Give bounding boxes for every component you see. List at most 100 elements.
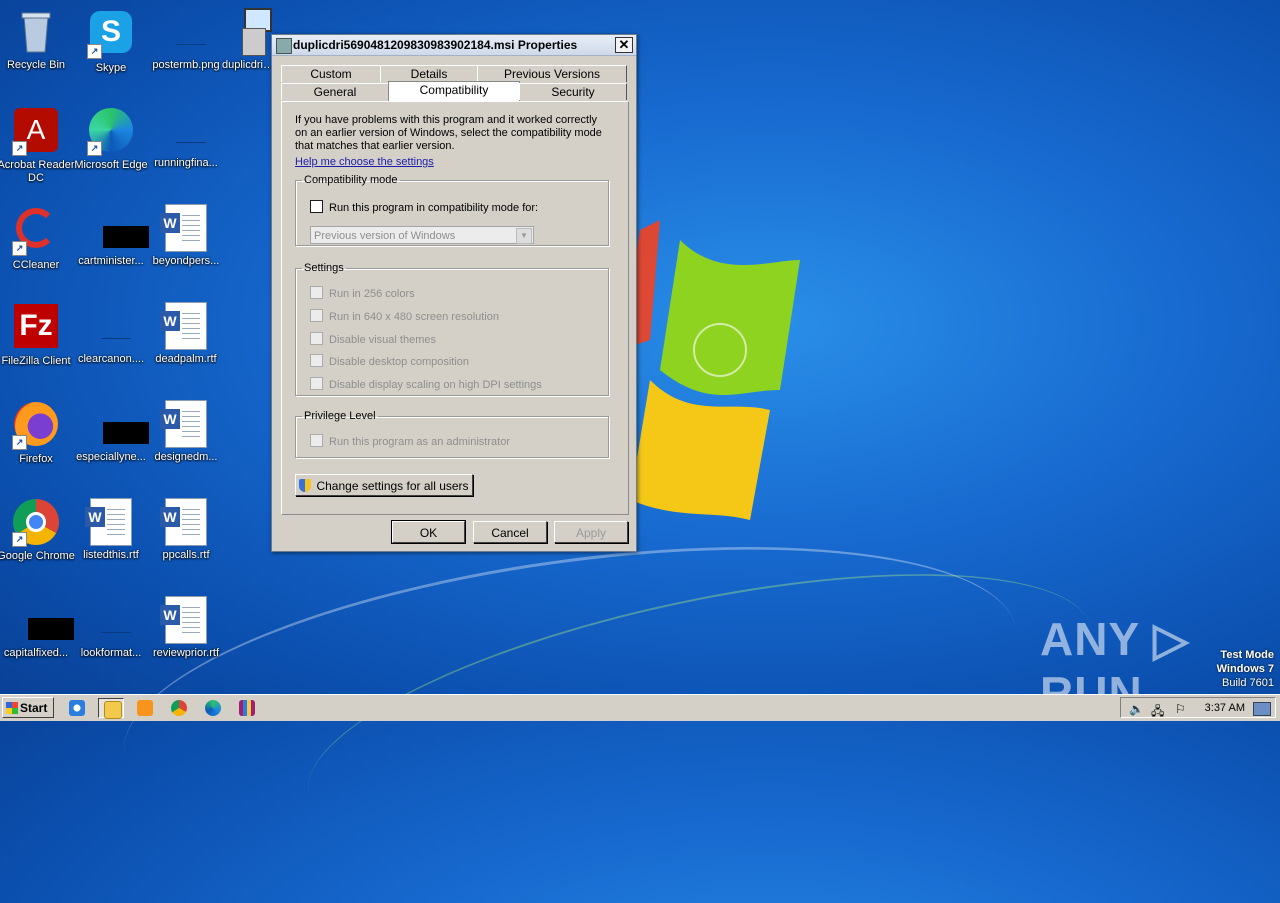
taskbar-media-player-button[interactable] <box>132 698 158 718</box>
tab-custom[interactable]: Custom <box>281 65 381 82</box>
desktop-icon-label: Google Chrome <box>0 550 75 562</box>
close-button[interactable]: ✕ <box>615 37 633 53</box>
desktop-icon-label: Recycle Bin <box>6 59 66 71</box>
desktop-icon-designedm[interactable]: W designedm... <box>147 400 225 464</box>
desktop-icon-filezilla[interactable]: Fz FileZilla Client <box>0 302 75 368</box>
watermark-line: Windows 7 <box>1216 663 1274 675</box>
desktop-icon-skype[interactable]: S ↗ Skype <box>72 8 150 75</box>
checkbox-box[interactable] <box>310 200 323 213</box>
desktop-icon-ppcalls[interactable]: W ppcalls.rtf <box>147 498 225 562</box>
windows-version-select[interactable]: Previous version of Windows ▼ <box>310 226 534 244</box>
chrome-icon <box>171 700 187 716</box>
desktop-icon-label: runningfina... <box>154 157 218 169</box>
compatibility-mode-group: Compatibility mode Run this program in c… <box>295 174 609 246</box>
dialog-title: duplicdri5690481209830983902184.msi Prop… <box>293 38 578 52</box>
disable-dpi-scaling-checkbox: Disable display scaling on high DPI sett… <box>310 377 542 391</box>
chrome-icon: ↗ <box>12 499 60 547</box>
disable-visual-themes-checkbox: Disable visual themes <box>310 332 436 346</box>
group-label: Privilege Level <box>304 410 376 422</box>
uac-shield-icon <box>299 479 312 492</box>
apply-button[interactable]: Apply <box>554 521 628 543</box>
windows-logo-icon <box>6 702 18 714</box>
winrar-icon <box>239 700 255 716</box>
desktop-icon-postermb[interactable]: postermb.png <box>147 8 225 72</box>
desktop-icon-label: reviewprior.rtf <box>152 647 220 659</box>
desktop-icon-clearcanon[interactable]: clearcanon.... <box>72 302 150 366</box>
tab-details[interactable]: Details <box>380 65 478 82</box>
network-icon[interactable]: 🖧 <box>1151 702 1165 718</box>
desktop-icon-label: capitalfixed... <box>3 647 69 659</box>
desktop-icon-label: beyondpers... <box>152 255 220 267</box>
taskbar: Start 🔈 🖧 ⚐ 3:37 AM <box>0 694 1280 721</box>
taskbar-winrar-button[interactable] <box>234 698 260 718</box>
dialog-titlebar[interactable]: duplicdri5690481209830983902184.msi Prop… <box>272 35 636 56</box>
clock[interactable]: 3:37 AM <box>1205 702 1245 714</box>
ccleaner-icon: ↗ <box>12 208 60 256</box>
desktop-icon-ccleaner[interactable]: ↗ CCleaner <box>0 204 75 272</box>
help-link[interactable]: Help me choose the settings <box>295 156 434 168</box>
taskbar-explorer-button[interactable] <box>98 698 124 719</box>
desktop-icon-chrome[interactable]: ↗ Google Chrome <box>0 498 75 563</box>
desktop-icon-reviewprior[interactable]: W reviewprior.rtf <box>147 596 225 660</box>
system-tray: 🔈 🖧 ⚐ 3:37 AM <box>1120 697 1276 718</box>
desktop-icon-label: Skype <box>95 62 127 74</box>
desktop-icon-label: Firefox <box>19 453 53 465</box>
desktop-icon-firefox[interactable]: ↗ Firefox <box>0 400 75 466</box>
tab-security[interactable]: Security <box>519 83 627 100</box>
properties-dialog: duplicdri5690481209830983902184.msi Prop… <box>271 34 637 552</box>
tab-compatibility[interactable]: Compatibility <box>388 81 520 101</box>
desktop-icon-beyondpers[interactable]: W beyondpers... <box>147 204 225 268</box>
word-document-icon: W <box>160 498 210 546</box>
desktop-icon-capitalfixed[interactable]: capitalfixed... <box>0 596 75 660</box>
desktop-icon-label: CCleaner <box>12 259 60 271</box>
run-256-colors-checkbox: Run in 256 colors <box>310 286 415 300</box>
desktop-icon-label: Microsoft Edge <box>74 159 148 171</box>
word-document-icon: W <box>160 400 210 448</box>
change-settings-all-users-button[interactable]: Change settings for all users <box>295 474 473 496</box>
taskbar-chrome-button[interactable] <box>166 698 192 718</box>
intro-text: If you have problems with this program a… <box>295 114 602 152</box>
taskbar-ie-button[interactable] <box>64 698 90 718</box>
internet-explorer-icon <box>69 700 85 716</box>
start-label: Start <box>20 701 48 715</box>
desktop-icon-acrobat[interactable]: A ↗ Acrobat Reader DC <box>0 106 75 185</box>
desktop-icon-runningfina[interactable]: runningfina... <box>147 106 225 170</box>
start-button[interactable]: Start <box>2 697 54 718</box>
desktop-icon-cartminister[interactable]: cartminister... <box>72 204 150 268</box>
desktop-icon-listedthis[interactable]: W listedthis.rtf <box>72 498 150 562</box>
group-label: Compatibility mode <box>304 174 398 186</box>
desktop-icon-label: FileZilla Client <box>1 355 71 367</box>
desktop-icon-especiallyne[interactable]: especiallyne... <box>72 400 150 464</box>
taskbar-edge-button[interactable] <box>200 698 226 718</box>
file-icon <box>87 302 135 350</box>
desktop-icon-label: ppcalls.rtf <box>162 549 210 561</box>
volume-icon[interactable]: 🔈 <box>1129 702 1144 716</box>
desktop-icon-label: cartminister... <box>78 255 144 267</box>
desktop-icon-recycle-bin[interactable]: Recycle Bin <box>0 8 75 72</box>
desktop-icon-label: lookformat... <box>80 647 142 659</box>
msi-file-icon <box>276 38 292 54</box>
run-640x480-checkbox: Run in 640 x 480 screen resolution <box>310 309 499 323</box>
desktop-icon-label: especiallyne... <box>76 451 146 463</box>
firefox-icon: ↗ <box>12 402 60 450</box>
tab-previous-versions[interactable]: Previous Versions <box>477 65 627 82</box>
word-document-icon: W <box>160 302 210 350</box>
word-document-icon: W <box>160 596 210 644</box>
desktop-icon-deadpalm[interactable]: W deadpalm.rtf <box>147 302 225 366</box>
show-desktop-icon[interactable] <box>1253 702 1271 716</box>
desktop-icon-edge[interactable]: ↗ Microsoft Edge <box>72 106 150 172</box>
acrobat-icon: A ↗ <box>12 108 60 156</box>
run-as-admin-checkbox: Run this program as an administrator <box>310 434 510 448</box>
action-center-flag-icon[interactable]: ⚐ <box>1175 702 1189 716</box>
desktop-icon-lookformat[interactable]: lookformat... <box>72 596 150 660</box>
desktop-icon-label: clearcanon.... <box>77 353 145 365</box>
tab-general[interactable]: General <box>281 83 389 100</box>
desktop-icon-msi[interactable]: duplicdri5... <box>222 8 274 72</box>
disable-desktop-composition-checkbox: Disable desktop composition <box>310 354 469 368</box>
cancel-button[interactable]: Cancel <box>473 521 547 543</box>
button-label: Change settings for all users <box>316 479 469 493</box>
compat-mode-checkbox[interactable]: Run this program in compatibility mode f… <box>310 200 538 214</box>
ok-button[interactable]: OK <box>391 520 466 544</box>
test-mode-watermark: Test Mode Windows 7 Build 7601 <box>1217 648 1274 690</box>
chevron-down-icon: ▼ <box>516 228 532 244</box>
